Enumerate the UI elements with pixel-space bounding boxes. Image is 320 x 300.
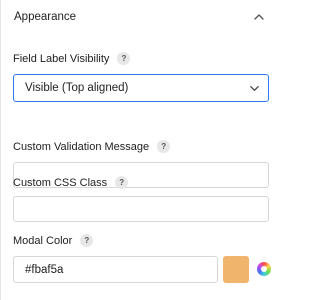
custom-validation-message-text: Custom Validation Message (13, 140, 150, 153)
modal-color-label: Modal Color ? (13, 234, 94, 247)
help-icon[interactable]: ? (117, 52, 131, 65)
chevron-up-icon[interactable] (253, 11, 265, 23)
appearance-section-header[interactable]: Appearance (13, 8, 269, 30)
chevron-down-icon (250, 86, 259, 91)
field-label-visibility-label: Field Label Visibility ? (13, 52, 131, 65)
color-wheel-icon[interactable] (257, 262, 271, 276)
modal-color-input[interactable]: #fbaf5a (13, 256, 218, 283)
modal-color-swatch[interactable] (223, 256, 249, 283)
appearance-panel: Appearance Field Label Visibility ? Visi… (0, 0, 278, 300)
field-label-visibility-select[interactable]: Visible (Top aligned) (13, 74, 269, 102)
custom-css-class-text: Custom CSS Class (13, 176, 108, 189)
help-icon[interactable]: ? (80, 234, 94, 247)
field-label-visibility-text: Field Label Visibility (13, 52, 110, 65)
modal-color-value: #fbaf5a (25, 264, 64, 276)
modal-color-text: Modal Color (13, 234, 73, 247)
help-icon[interactable]: ? (115, 176, 129, 189)
section-title: Appearance (14, 11, 77, 23)
custom-validation-message-label: Custom Validation Message ? (13, 140, 171, 153)
field-label-visibility-value: Visible (Top aligned) (25, 82, 129, 94)
custom-css-class-input[interactable] (13, 196, 269, 222)
help-icon[interactable]: ? (157, 140, 171, 153)
custom-css-class-label: Custom CSS Class ? (13, 176, 129, 189)
